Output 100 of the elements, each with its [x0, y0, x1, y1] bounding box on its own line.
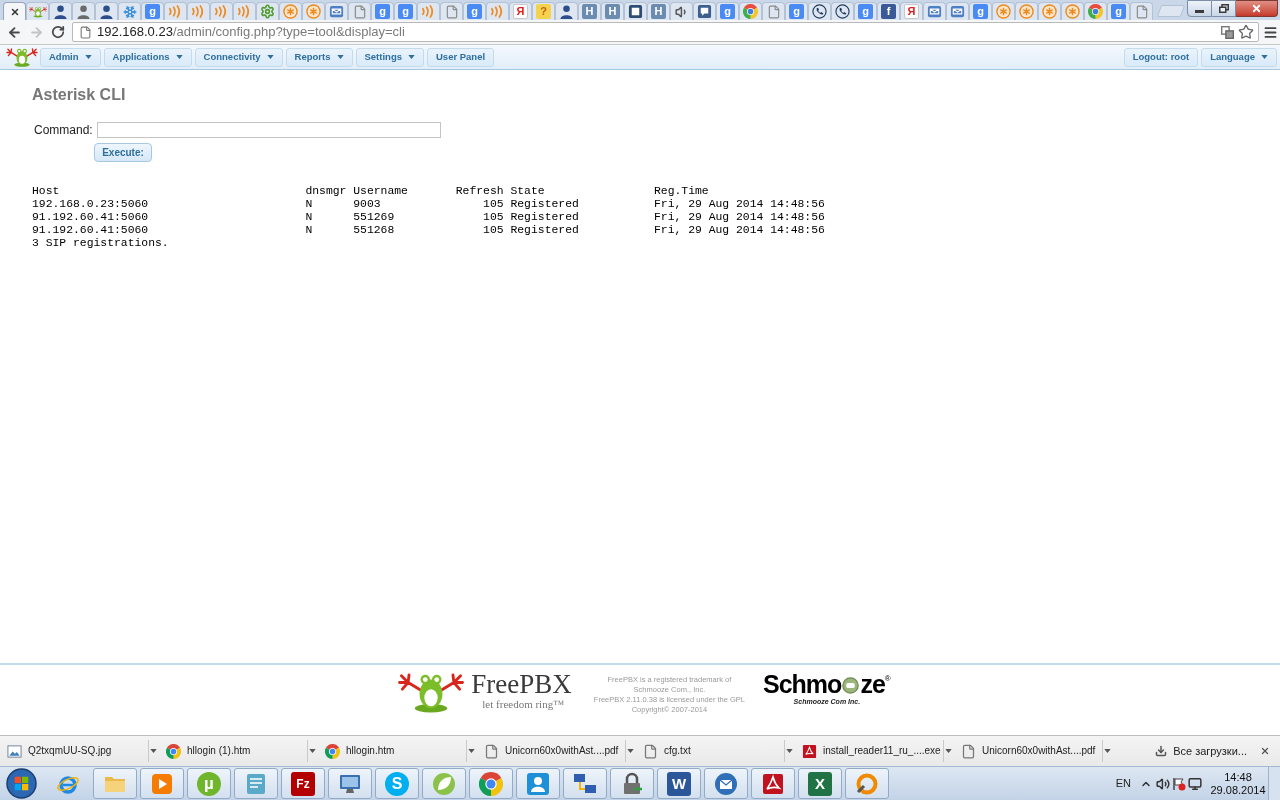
browser-tab[interactable]	[3, 2, 26, 20]
browser-tab[interactable]: g	[141, 2, 164, 20]
download-menu-button[interactable]	[625, 740, 635, 762]
flag-icon[interactable]	[1172, 776, 1186, 791]
browser-tab[interactable]: H	[647, 2, 670, 20]
nav-menu-button[interactable]: Applications	[103, 47, 192, 67]
person-icon	[559, 4, 574, 19]
nav-menu-button[interactable]: User Panel	[427, 47, 495, 67]
close-icon[interactable]	[9, 6, 20, 17]
caret-icon	[1261, 55, 1268, 59]
caret-icon	[1104, 749, 1111, 753]
download-item[interactable]: Unicorn60x0withAst....pdf	[477, 739, 625, 763]
browser-tab[interactable]	[555, 2, 578, 20]
taskbar-app-button[interactable]: S	[375, 768, 419, 799]
summary-line: 3 SIP registrations.	[32, 237, 170, 250]
browser-tab[interactable]	[624, 2, 647, 20]
browser-tab[interactable]	[95, 2, 118, 20]
browser-tab[interactable]: g	[969, 2, 992, 20]
download-menu-button[interactable]	[784, 740, 794, 762]
download-item[interactable]: hllogin.htm	[318, 739, 466, 763]
letter-favicon: ?	[536, 4, 551, 19]
taskbar-app-button[interactable]	[610, 768, 654, 799]
browser-tab[interactable]	[670, 2, 693, 20]
show-all-downloads-link[interactable]: Все загрузки...	[1155, 742, 1247, 760]
nav-menu-button[interactable]: Connectivity	[194, 47, 283, 67]
browser-tab[interactable]	[831, 2, 854, 20]
taskbar-app-button[interactable]	[516, 768, 560, 799]
restore-button[interactable]	[1212, 0, 1236, 17]
download-menu-button[interactable]	[148, 740, 158, 762]
download-menu-button[interactable]	[307, 740, 317, 762]
download-item[interactable]: install_reader11_ru_....exe	[795, 739, 943, 763]
tricolor-wheel-icon	[166, 743, 181, 759]
browser-tab[interactable]: g	[394, 2, 417, 20]
caret-icon	[150, 749, 157, 753]
taskbar-app-button[interactable]: W	[657, 768, 701, 799]
close-button[interactable]	[1236, 0, 1278, 17]
download-menu-button[interactable]	[943, 740, 953, 762]
taskbar-app-button[interactable]	[563, 768, 607, 799]
nav-menu-button[interactable]: Language	[1201, 47, 1277, 67]
taskbar-app-button[interactable]	[704, 768, 748, 799]
document-icon	[643, 743, 658, 759]
monitor-icon[interactable]	[1188, 776, 1202, 791]
download-menu-button[interactable]	[466, 740, 476, 762]
letter-favicon: f	[881, 4, 896, 19]
table-cell-text: 91.192.60.41:5060	[32, 211, 150, 224]
browser-tab[interactable]: g	[463, 2, 486, 20]
taskbar-app-button[interactable]	[469, 768, 513, 799]
download-item[interactable]: Unicorn60x0withAst....pdf	[954, 739, 1102, 763]
taskbar-app-button[interactable]	[751, 768, 795, 799]
envelope-icon	[927, 4, 942, 19]
nav-menu-button[interactable]: Logout: root	[1123, 47, 1199, 67]
browser-tab[interactable]	[808, 2, 831, 20]
download-item[interactable]: Q2txqmUU-SQ.jpg	[0, 739, 148, 763]
address-field[interactable]: 192.168.0.23/admin/config.php?type=tool&display=cli	[72, 22, 1259, 42]
command-input[interactable]	[96, 122, 441, 138]
browser-tab[interactable]: H	[578, 2, 601, 20]
caret-icon	[175, 55, 183, 59]
letter-logo: S	[385, 771, 409, 796]
browser-tab[interactable]: g	[371, 2, 394, 20]
asterisk-icon	[1042, 4, 1057, 19]
logo-wordmark: FreePBX	[471, 671, 572, 698]
asterisk-icon	[1065, 4, 1080, 19]
asterisk-icon	[1019, 4, 1034, 19]
taskbar-app-button[interactable]	[328, 768, 372, 799]
envelope-icon	[329, 4, 344, 19]
browser-tab[interactable]: g	[1107, 2, 1130, 20]
browser-tab[interactable]: ?	[532, 2, 555, 20]
download-item[interactable]: hllogin (1).htm	[159, 739, 307, 763]
star-icon[interactable]	[1238, 24, 1254, 40]
browser-tab[interactable]: g	[785, 2, 808, 20]
close-icon[interactable]	[1260, 746, 1270, 756]
nav-menu-button[interactable]: Admin	[40, 47, 101, 67]
browser-tab[interactable]: f	[877, 2, 900, 20]
browser-tab[interactable]: Я	[900, 2, 923, 20]
taskbar-app-button[interactable]: X	[798, 768, 842, 799]
browser-tab[interactable]	[693, 2, 716, 20]
column-header: Username	[353, 185, 409, 198]
execute-button[interactable]: Execute:	[94, 143, 152, 162]
table-cell: Fri, 29 Aug 2014 14:48:56	[654, 198, 825, 211]
download-item[interactable]: cfg.txt	[636, 739, 784, 763]
browser-tab[interactable]: g	[854, 2, 877, 20]
clock[interactable]: 14:48 29.08.2014	[1212, 770, 1264, 797]
wave-arcs-icon	[490, 4, 505, 19]
nav-menu-button[interactable]: Reports	[285, 47, 353, 67]
browser-tab[interactable]: g	[716, 2, 739, 20]
taskbar-app-button[interactable]: Fz	[281, 768, 325, 799]
language-indicator[interactable]: EN	[1115, 775, 1131, 792]
browser-tab[interactable]: H	[601, 2, 624, 20]
browser-tab[interactable]: Я	[509, 2, 532, 20]
minimize-button[interactable]	[1187, 0, 1212, 17]
letter-favicon: g	[1111, 4, 1126, 19]
download-menu-button[interactable]	[1102, 740, 1112, 762]
table-cell-text: Registered	[510, 211, 580, 224]
translate-icon[interactable]	[1221, 25, 1234, 39]
speaker-icon[interactable]	[1156, 776, 1170, 791]
caret-icon	[786, 749, 793, 753]
nav-menu-button[interactable]: Settings	[355, 47, 424, 67]
browser-tab[interactable]	[49, 2, 72, 20]
table-cell: Fri, 29 Aug 2014 14:48:56	[654, 224, 825, 237]
taskbar-app-button[interactable]: µ	[187, 768, 231, 799]
